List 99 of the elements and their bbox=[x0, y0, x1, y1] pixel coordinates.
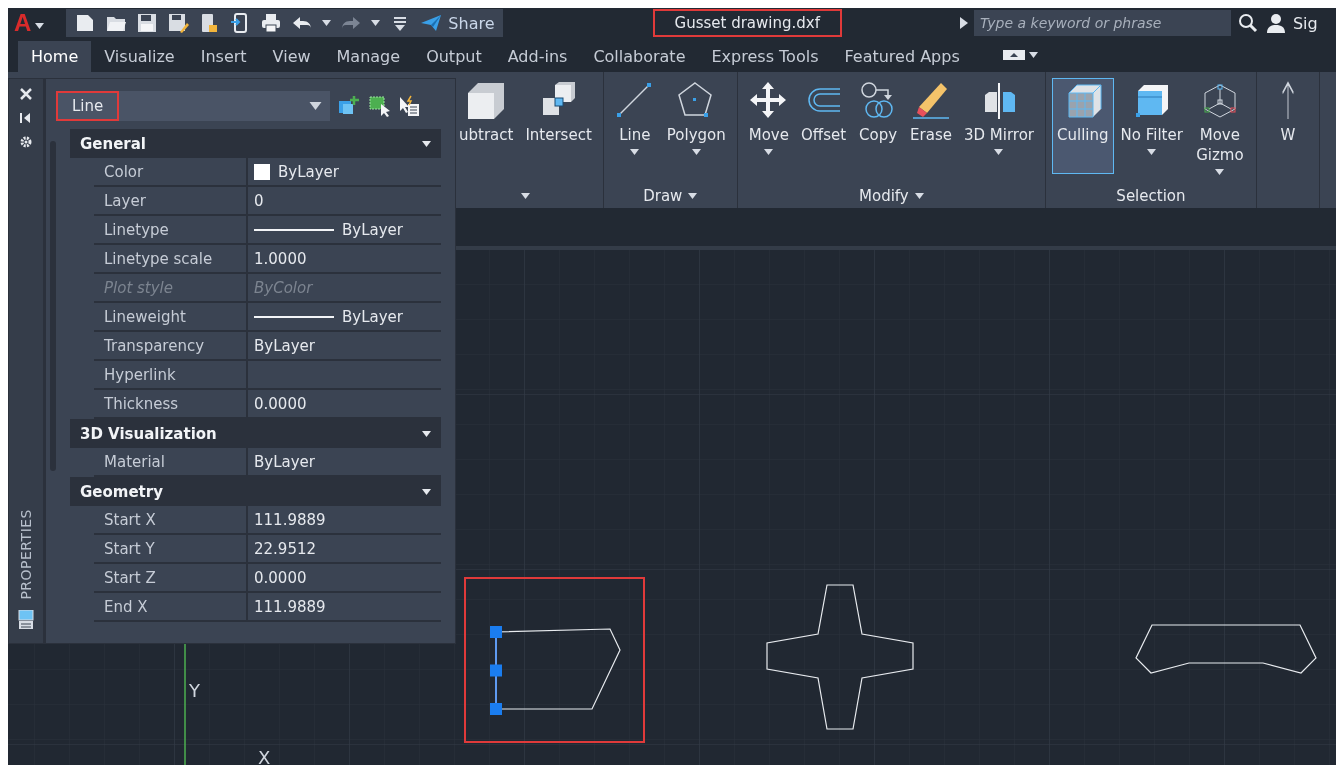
gusset-outline[interactable] bbox=[766, 584, 914, 730]
ribbon-tab[interactable]: Visualize bbox=[91, 41, 188, 72]
property-name: End X bbox=[94, 593, 248, 620]
eraser-icon bbox=[911, 81, 951, 121]
property-name: Transparency bbox=[94, 332, 248, 359]
property-value[interactable]: 0 bbox=[254, 191, 264, 210]
panel-toggle-icon[interactable] bbox=[1002, 48, 1025, 62]
axis-label: Y bbox=[189, 680, 200, 701]
expand-arrow-icon[interactable] bbox=[959, 17, 968, 29]
palette-title: PROPERTIES bbox=[18, 509, 34, 600]
print-icon[interactable] bbox=[260, 12, 283, 34]
property-name: Material bbox=[94, 448, 248, 475]
settings-icon[interactable] bbox=[19, 135, 33, 149]
caret-icon[interactable] bbox=[1147, 149, 1157, 155]
share-button[interactable]: Share bbox=[448, 13, 495, 33]
caret-icon[interactable] bbox=[914, 193, 924, 199]
object-type-dropdown[interactable]: Line bbox=[56, 91, 330, 121]
property-value[interactable]: 0.0000 bbox=[254, 568, 307, 587]
ribbon-button[interactable]: Offset bbox=[796, 78, 852, 148]
properties-icon[interactable] bbox=[18, 610, 34, 629]
ribbon-tab[interactable]: Add-ins bbox=[494, 41, 581, 72]
ribbon-button[interactable]: Line bbox=[609, 78, 660, 158]
ribbon-tab[interactable]: View bbox=[259, 41, 324, 72]
search-field[interactable]: Type a keyword or phrase bbox=[973, 10, 1231, 36]
property-name: Lineweight bbox=[94, 303, 248, 330]
ribbon-tab[interactable]: Express Tools bbox=[698, 41, 832, 72]
ribbon-button[interactable]: Move bbox=[743, 78, 794, 158]
close-icon[interactable] bbox=[19, 87, 33, 101]
property-name: Layer bbox=[94, 187, 248, 214]
panel-title[interactable]: Modify bbox=[859, 187, 909, 205]
gusset-outline[interactable] bbox=[490, 626, 621, 715]
caret-icon[interactable] bbox=[691, 149, 701, 155]
property-name: Linetype scale bbox=[94, 245, 248, 272]
property-name: Thickness bbox=[94, 390, 248, 417]
property-value[interactable]: ByLayer bbox=[278, 162, 339, 181]
property-name: Linetype bbox=[94, 216, 248, 243]
property-value[interactable]: 22.9512 bbox=[254, 539, 317, 558]
select-objects-icon[interactable] bbox=[368, 95, 390, 117]
property-value[interactable]: ByLayer bbox=[254, 452, 315, 471]
section-header[interactable]: Geometry bbox=[70, 477, 441, 506]
ribbon-button[interactable]: Intersect bbox=[520, 78, 597, 148]
document-title: Gusset drawing.dxf bbox=[652, 9, 842, 37]
property-value[interactable]: ByLayer bbox=[342, 220, 403, 239]
panel-title[interactable]: Draw bbox=[643, 187, 683, 205]
property-name: Hyperlink bbox=[94, 361, 248, 388]
caret-icon[interactable] bbox=[764, 149, 774, 155]
property-name: Start Z bbox=[94, 564, 248, 591]
ribbon-button[interactable]: Move Gizmo bbox=[1189, 78, 1250, 178]
caret-icon[interactable] bbox=[1028, 52, 1038, 58]
ribbon-button[interactable]: Polygon bbox=[661, 78, 731, 158]
property-name: Color bbox=[94, 158, 248, 185]
ribbon-tab[interactable]: Collaborate bbox=[580, 41, 699, 72]
property-name: Plot style bbox=[94, 274, 248, 301]
caret-icon[interactable] bbox=[422, 488, 431, 495]
section-header[interactable]: 3D Visualization bbox=[70, 419, 441, 448]
property-value[interactable]: 1.0000 bbox=[254, 249, 307, 268]
ribbon-tab[interactable]: Insert bbox=[187, 41, 260, 72]
ribbon-tab[interactable]: Home bbox=[18, 41, 92, 72]
save-icon[interactable] bbox=[136, 12, 159, 34]
quick-select-icon[interactable] bbox=[398, 95, 420, 117]
ribbon-button[interactable]: W bbox=[1262, 78, 1313, 148]
caret-icon[interactable] bbox=[630, 149, 640, 155]
property-name: Start Y bbox=[94, 535, 248, 562]
ribbon-tab[interactable]: Manage bbox=[323, 41, 414, 72]
save-as-icon[interactable] bbox=[167, 12, 190, 34]
ribbon-tab[interactable]: Output bbox=[413, 41, 495, 72]
caret-icon[interactable] bbox=[1215, 169, 1225, 175]
panel-title[interactable]: Selection bbox=[1116, 187, 1186, 205]
property-name: Start X bbox=[94, 506, 248, 533]
auto-hide-icon[interactable] bbox=[19, 111, 33, 125]
property-value[interactable]: 111.9889 bbox=[254, 510, 326, 529]
caret-icon[interactable] bbox=[688, 193, 698, 199]
ribbon-button[interactable]: Copy bbox=[853, 78, 904, 148]
section-header[interactable]: General bbox=[70, 129, 441, 158]
ribbon-tab[interactable]: Featured Apps bbox=[831, 41, 973, 72]
ribbon-button[interactable]: 3D Mirror bbox=[958, 78, 1039, 158]
caret-icon[interactable] bbox=[309, 102, 322, 110]
caret-icon[interactable] bbox=[994, 149, 1004, 155]
ribbon-button[interactable]: ubtract bbox=[454, 78, 519, 148]
ribbon-button[interactable]: Erase bbox=[905, 78, 957, 148]
caret-icon[interactable] bbox=[520, 193, 530, 199]
property-value[interactable]: ByLayer bbox=[254, 336, 315, 355]
property-value[interactable]: 111.9889 bbox=[254, 597, 326, 616]
ribbon-button[interactable]: Culling bbox=[1052, 78, 1114, 174]
property-value[interactable]: 0.0000 bbox=[254, 394, 307, 413]
gusset-outline[interactable] bbox=[1135, 624, 1317, 674]
toggle-pickadd-icon[interactable] bbox=[338, 95, 360, 117]
caret-icon[interactable] bbox=[322, 20, 332, 26]
caret-icon[interactable] bbox=[371, 20, 381, 26]
search-icon[interactable] bbox=[1236, 12, 1259, 34]
axis-label: X bbox=[258, 747, 271, 765]
caret-icon[interactable] bbox=[422, 430, 431, 437]
property-value[interactable]: ByLayer bbox=[342, 307, 403, 326]
caret-icon[interactable] bbox=[422, 140, 431, 147]
user-icon[interactable] bbox=[1264, 12, 1287, 34]
color-swatch bbox=[254, 163, 270, 180]
ribbon-button[interactable]: No Filter bbox=[1115, 78, 1188, 158]
caret-icon[interactable] bbox=[35, 22, 45, 29]
sign-in-link[interactable]: Sig bbox=[1292, 13, 1318, 33]
